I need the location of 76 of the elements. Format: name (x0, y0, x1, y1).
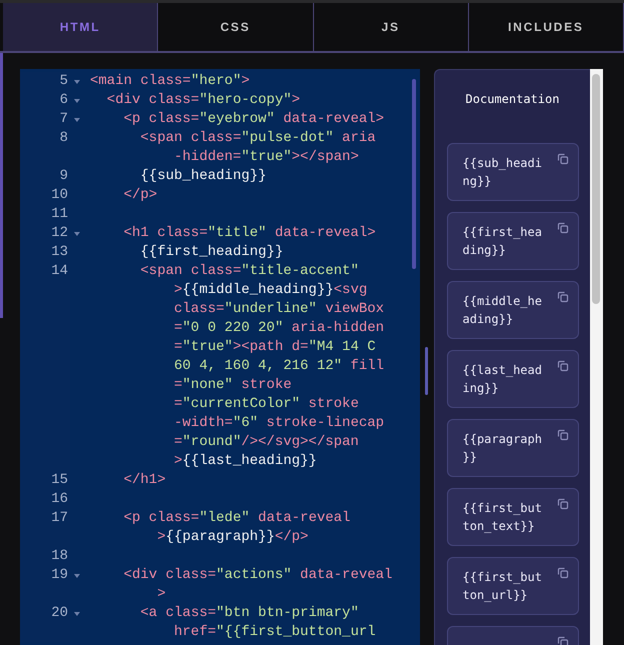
snippet-card[interactable]: {{first_button_text}} (446, 488, 578, 546)
code-line: </p> (124, 186, 158, 205)
scrollbar-thumb[interactable] (412, 79, 416, 269)
code-line: >{{middle_heading}}<svg (174, 281, 368, 300)
code-line: <h1 class="title" data-reveal> (124, 224, 376, 243)
line-number: 17 (51, 509, 68, 528)
code-line: <span class="title-accent" (140, 262, 359, 281)
code-line: 60 4, 160 4, 216 12" fill (174, 357, 384, 376)
snippet-text: {{first_button_url}} (462, 569, 543, 604)
copy-icon[interactable] (556, 498, 568, 510)
snippet-text: {{middle_heading}} (462, 293, 543, 328)
fold-caret-icon[interactable] (74, 80, 80, 84)
fold-caret-icon[interactable] (74, 574, 80, 578)
copy-icon[interactable] (556, 567, 568, 579)
copy-icon[interactable] (556, 153, 568, 165)
code-line: ="none" stroke (174, 376, 292, 395)
line-number: 12 (51, 224, 68, 243)
code-line: <div class="actions" data-reveal (124, 566, 392, 585)
panel-title: Documentation (466, 91, 560, 108)
snippet-text: {{first_heading}} (462, 224, 543, 259)
line-number: 15 (51, 471, 68, 490)
snippet-text: {{paragraph}} (462, 431, 543, 466)
code-line: class="underline" viewBox (174, 300, 384, 319)
code-line: <main class="hero"> (90, 72, 250, 91)
code-line: <span class="pulse-dot" aria (140, 129, 376, 148)
line-number: 11 (51, 205, 68, 224)
code-line: {{sub_heading}} (140, 167, 266, 186)
snippet-card[interactable]: {{paragraph}} (446, 419, 578, 477)
scrollbar-thumb[interactable] (592, 74, 600, 304)
fold-caret-icon[interactable] (74, 612, 80, 616)
snippet-card[interactable]: {{middle_heading}} (446, 281, 578, 339)
snippet-card[interactable]: {{last_heading}} (446, 350, 578, 408)
snippet-text: {{last_heading}} (462, 362, 543, 397)
snippet-card[interactable]: {{sub_heading}} (446, 143, 578, 201)
code-line: ="true"><path d="M4 14 C (174, 338, 376, 357)
line-number: 7 (60, 110, 68, 129)
code-line: </h1> (124, 471, 166, 490)
code-line: <div class="hero-copy"> (106, 91, 300, 110)
copy-icon[interactable] (556, 222, 568, 234)
fold-caret-icon[interactable] (74, 98, 80, 102)
tab[interactable]: HTML (3, 3, 158, 51)
line-number: 8 (60, 129, 68, 148)
code-line: -width="6" stroke-linecap (174, 414, 384, 433)
code-line: > (157, 585, 166, 604)
line-number: 14 (51, 262, 68, 281)
code-line: ="0 0 220 20" aria-hidden (174, 319, 384, 338)
line-number: 19 (51, 566, 68, 585)
snippet-text: {{first_button_text}} (462, 500, 543, 535)
snippet-card[interactable]: {{first_button_url}} (446, 557, 578, 615)
snippet-card[interactable]: {{first_heading}} (446, 212, 578, 270)
fold-caret-icon[interactable] (74, 232, 80, 236)
line-number: 13 (51, 243, 68, 262)
code-line: {{first_heading}} (140, 243, 284, 262)
line-number: 18 (51, 547, 68, 566)
line-number: 9 (60, 167, 68, 186)
line-number: 5 (60, 72, 68, 91)
copy-icon[interactable] (556, 360, 568, 372)
line-number: 6 (60, 91, 68, 110)
snippet-text: {{sub_heading}} (462, 155, 543, 190)
code-line: >{{last_heading}} (174, 452, 317, 471)
copy-icon[interactable] (556, 636, 568, 645)
fold-caret-icon[interactable] (74, 118, 80, 122)
code-line: ="round"/></svg></span (174, 433, 359, 452)
code-line: href="{{first_button_url (174, 623, 376, 642)
line-number: 10 (51, 186, 68, 205)
copy-icon[interactable] (556, 291, 568, 303)
code-line: <p class="eyebrow" data-reveal> (124, 110, 384, 129)
copy-icon[interactable] (556, 429, 568, 441)
line-number: 16 (51, 490, 68, 509)
splitter-handle[interactable] (425, 347, 428, 395)
code-line: -hidden="true"></span> (174, 148, 359, 167)
code-line: ="currentColor" stroke (174, 395, 359, 414)
code-line: <p class="lede" data-reveal (124, 509, 350, 528)
code-line: <a class="btn btn-primary" (140, 604, 359, 623)
code-line: >{{paragraph}}</p> (157, 528, 308, 547)
line-number: 20 (51, 604, 68, 623)
